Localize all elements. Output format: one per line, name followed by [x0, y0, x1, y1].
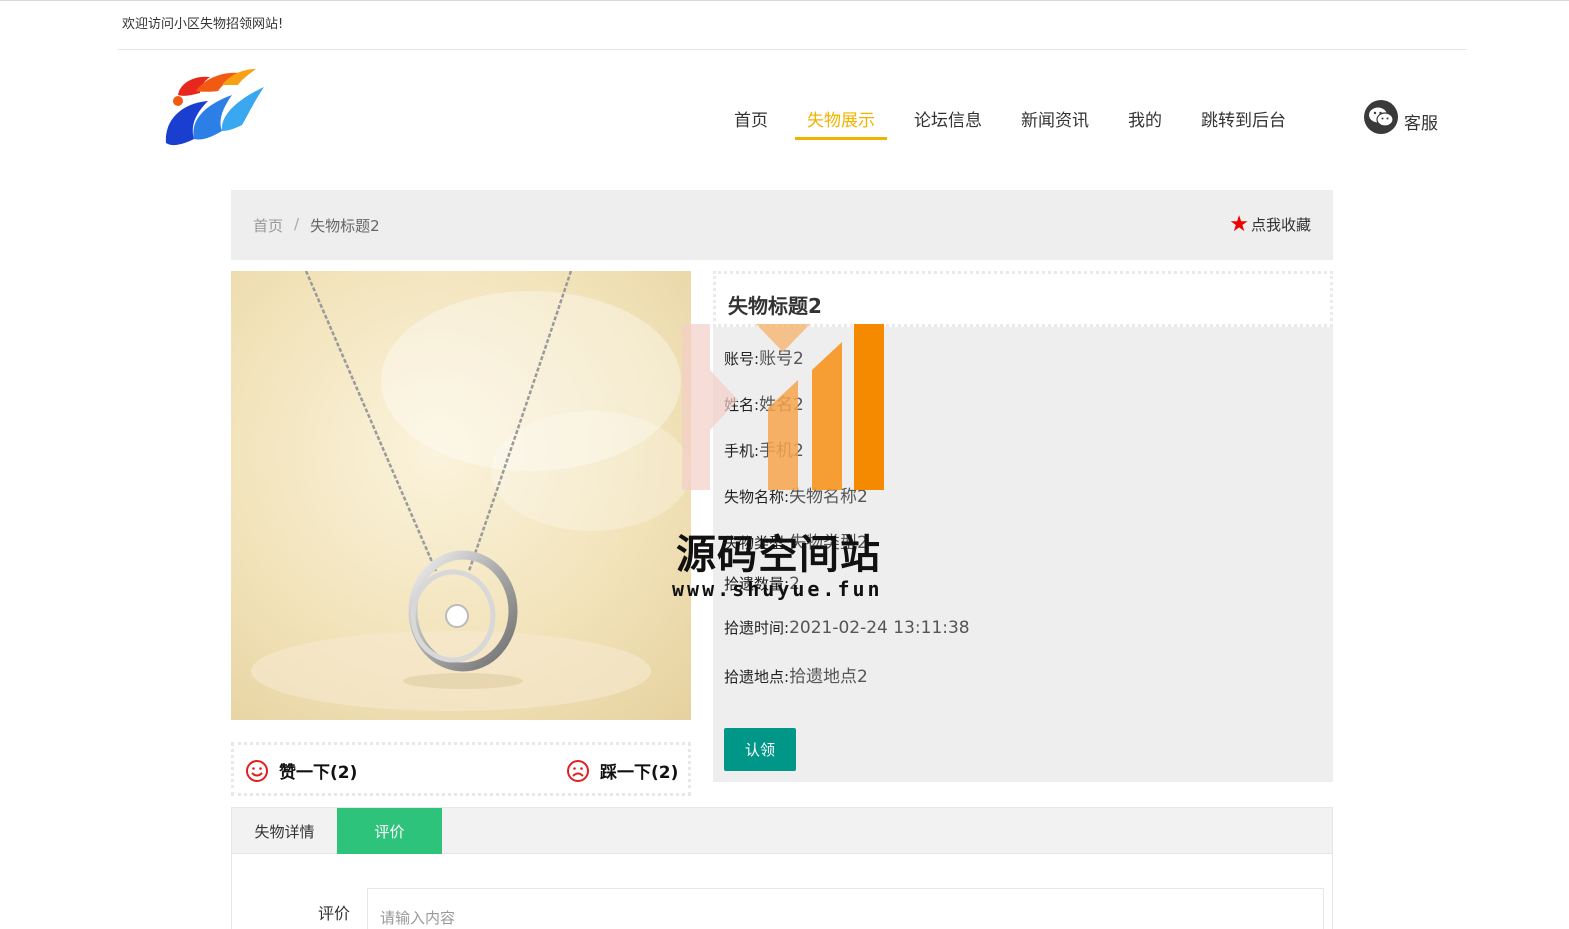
- claim-button[interactable]: 认领: [724, 728, 796, 771]
- info-key: 拾遗地点:: [724, 668, 790, 686]
- info-row-item-name: 失物名称: 失物名称2: [724, 482, 868, 507]
- info-value: 2: [789, 574, 800, 594]
- info-value: 拾遗地点2: [789, 667, 868, 687]
- tab-comment[interactable]: 评价: [337, 808, 442, 854]
- info-key: 失物名称:: [724, 488, 790, 506]
- welcome-text: 欢迎访问小区失物招领网站!: [122, 17, 284, 32]
- info-row-phone: 手机: 手机2: [724, 436, 804, 461]
- info-value: 手机2: [759, 441, 804, 461]
- vote-panel: 赞一下(2) 踩一下(2): [231, 742, 691, 796]
- detail-tabs: 失物详情 评价 评价: [231, 807, 1333, 929]
- info-row-account: 账号: 账号2: [724, 344, 804, 369]
- nav-item-lost-items[interactable]: 失物展示: [795, 96, 887, 140]
- info-row-item-type: 失物类型: 失物类型2: [724, 528, 868, 553]
- item-title: 失物标题2: [728, 294, 822, 318]
- wechat-icon: [1364, 100, 1398, 134]
- info-key: 手机:: [724, 442, 760, 460]
- item-title-box: 失物标题2: [713, 271, 1333, 327]
- info-value: 2021-02-24 13:11:38: [789, 618, 970, 638]
- info-key: 账号:: [724, 350, 760, 368]
- customer-service-button[interactable]: 客服: [1364, 100, 1438, 134]
- info-row-quantity: 拾遗数量: 2: [724, 573, 800, 594]
- comment-label: 评价: [318, 904, 351, 923]
- item-photo: [231, 271, 691, 720]
- nav-item-home[interactable]: 首页: [722, 96, 780, 140]
- favorite-label: 点我收藏: [1250, 216, 1311, 234]
- item-info-panel: 账号: 账号2 姓名: 姓名2 手机: 手机2 失物名称: 失物名称2 失物类型…: [713, 327, 1333, 782]
- info-key: 失物类型:: [724, 534, 790, 552]
- favorite-button[interactable]: ★ 点我收藏: [1229, 211, 1311, 237]
- breadcrumb-home[interactable]: 首页: [253, 215, 283, 236]
- logo-icon: [165, 69, 264, 146]
- info-value: 账号2: [759, 349, 804, 369]
- dislike-button[interactable]: 踩一下(2): [566, 758, 678, 783]
- frown-icon: [567, 759, 589, 782]
- tab-item-detail[interactable]: 失物详情: [232, 808, 337, 854]
- breadcrumb-separator: /: [294, 215, 300, 233]
- necklace-image: [231, 271, 691, 720]
- breadcrumb: 首页 / 失物标题2: [253, 215, 380, 236]
- smile-icon: [246, 759, 268, 782]
- info-key: 拾遗数量:: [724, 575, 790, 593]
- info-key: 姓名:: [724, 396, 760, 414]
- star-icon: ★: [1229, 211, 1249, 237]
- nav-item-admin[interactable]: 跳转到后台: [1189, 96, 1298, 140]
- dislike-label: 踩一下(2): [600, 763, 679, 783]
- breadcrumb-bar: 首页 / 失物标题2 ★ 点我收藏: [231, 190, 1333, 260]
- nav-item-mine[interactable]: 我的: [1116, 96, 1174, 140]
- customer-service-label: 客服: [1404, 114, 1438, 134]
- top-bar: 欢迎访问小区失物招领网站!: [118, 0, 1467, 50]
- info-value: 姓名2: [759, 395, 804, 415]
- info-row-found-time: 拾遗时间: 2021-02-24 13:11:38: [724, 617, 970, 638]
- nav-item-news[interactable]: 新闻资讯: [1009, 96, 1101, 140]
- info-key: 拾遗时间:: [724, 619, 790, 637]
- main-nav: 首页 失物展示 论坛信息 新闻资讯 我的 跳转到后台: [722, 96, 1313, 140]
- comment-input[interactable]: [367, 888, 1324, 929]
- like-button[interactable]: 赞一下(2): [245, 758, 357, 783]
- info-row-found-place: 拾遗地点: 拾遗地点2: [724, 662, 868, 687]
- breadcrumb-current: 失物标题2: [310, 217, 380, 235]
- info-row-name: 姓名: 姓名2: [724, 390, 804, 415]
- nav-item-forum[interactable]: 论坛信息: [902, 96, 994, 140]
- like-label: 赞一下(2): [279, 763, 358, 783]
- tab-header: 失物详情 评价: [232, 808, 1332, 854]
- info-value: 失物类型2: [789, 533, 868, 553]
- site-logo[interactable]: [160, 65, 270, 153]
- info-value: 失物名称2: [789, 487, 868, 507]
